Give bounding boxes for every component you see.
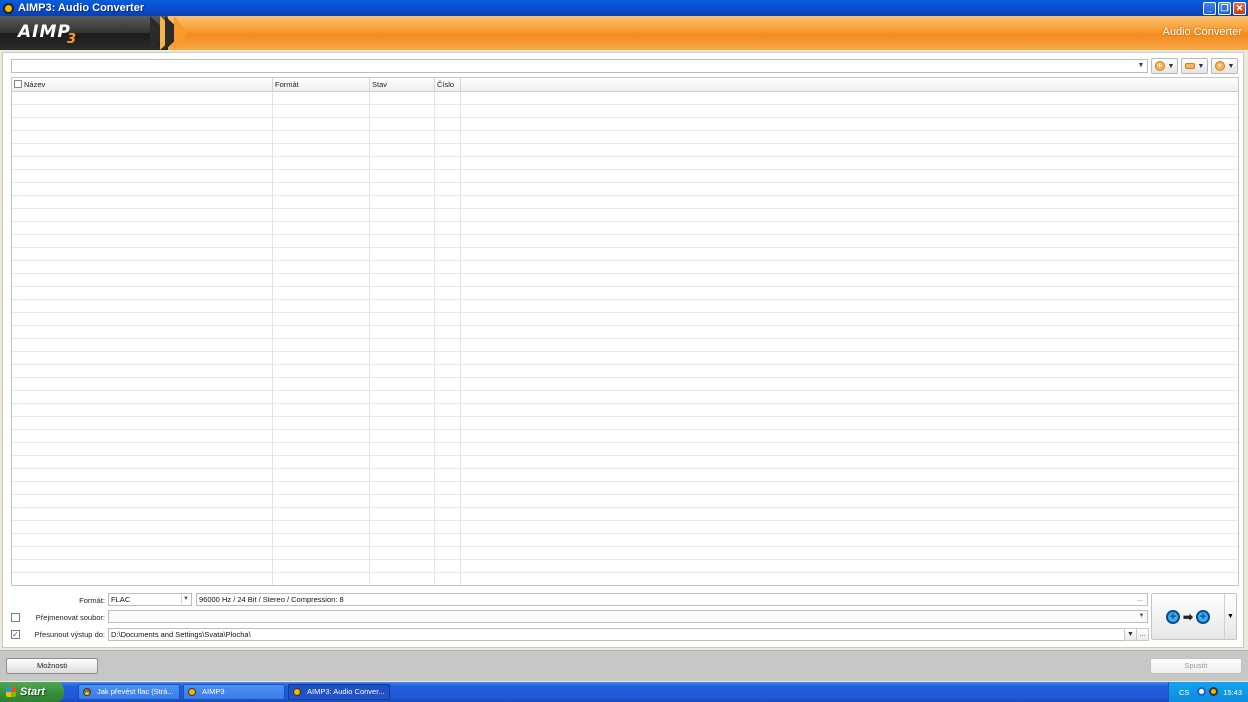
table-header: Název Formát Stav Číslo <box>12 78 1238 92</box>
network-icon[interactable] <box>1197 687 1206 696</box>
windows-logo-icon <box>6 687 16 697</box>
aimp-icon <box>293 688 301 696</box>
aimp-tray-icon[interactable] <box>1209 687 1218 696</box>
close-button[interactable]: ✕ <box>1233 1 1246 15</box>
convert-button[interactable]: + ➡ + ▼ <box>1151 593 1237 640</box>
window-title: AIMP3: Audio Converter <box>18 2 145 14</box>
arrow-right-icon: ➡ <box>1182 609 1194 624</box>
format-details: 96000 Hz / 24 Bit / Stereo / Compression… <box>199 595 344 604</box>
options-button[interactable]: Možnosti <box>6 658 98 674</box>
taskbar-item-audio-converter[interactable]: AIMP3: Audio Conver... <box>288 684 390 700</box>
gear-icon: • <box>1214 61 1225 71</box>
aimp-icon <box>188 688 196 696</box>
select-all-checkbox[interactable] <box>14 80 22 88</box>
format-label: Formát: <box>79 596 105 605</box>
source-audio-icon: + <box>1165 609 1180 624</box>
column-header-name[interactable]: Název <box>12 78 273 92</box>
output-folder-path: D:\Documents and Settings\Svata\Plocha\ <box>111 630 251 639</box>
system-tray: CS 15:43 <box>1168 682 1248 702</box>
aimp-logo-version: 3 <box>67 32 77 47</box>
misc-menu-button[interactable]: • ▼ <box>1211 58 1238 74</box>
chevron-down-icon: ▼ <box>181 595 190 604</box>
language-indicator[interactable]: CS <box>1179 688 1189 697</box>
footer-bar: Možnosti Spustit <box>0 650 1248 681</box>
format-settings-button[interactable]: ... <box>1134 594 1146 605</box>
move-output-label: Přesunout výstup do: <box>34 630 105 639</box>
maximize-button[interactable]: ❐ <box>1218 1 1231 15</box>
format-value: FLAC <box>111 595 131 604</box>
chevron-down-icon: ▼ <box>1138 613 1145 619</box>
add-icon: + <box>1154 61 1165 71</box>
start-button[interactable]: Start <box>0 682 64 702</box>
taskbar-item-aimp3[interactable]: AIMP3 <box>183 684 285 700</box>
output-folder-field[interactable]: D:\Documents and Settings\Svata\Plocha\ <box>108 628 1125 641</box>
chevron-down-icon: ▼ <box>1137 62 1145 69</box>
column-header-number[interactable]: Číslo <box>435 78 461 92</box>
file-list-rows <box>12 92 1238 585</box>
converter-panel: ▼ + ▼ ▼ • ▼ Název Formát Stav Číslo Formát… <box>2 52 1244 648</box>
rename-template-field[interactable]: ▼ <box>108 610 1148 623</box>
column-header-status[interactable]: Stav <box>370 78 435 92</box>
start-conversion-button[interactable]: Spustit <box>1150 658 1242 674</box>
add-files-button[interactable]: + ▼ <box>1151 58 1178 74</box>
target-audio-icon: + <box>1196 609 1211 624</box>
windows-taskbar: Start Jak převést flac (Strá... AIMP3 AI… <box>0 682 1248 702</box>
remove-files-button[interactable]: ▼ <box>1181 58 1208 74</box>
column-header-format[interactable]: Formát <box>273 78 370 92</box>
window-titlebar[interactable]: AIMP3: Audio Converter _ ❐ ✕ <box>0 0 1248 16</box>
header-banner: AIMP 3 Audio Converter <box>0 16 1248 50</box>
file-list-table[interactable]: Název Formát Stav Číslo <box>11 77 1239 586</box>
aimp-app-icon <box>3 2 14 14</box>
format-details-field[interactable]: 96000 Hz / 24 Bit / Stereo / Compression… <box>196 593 1148 606</box>
rename-label: Přejmenovat soubor: <box>35 613 105 622</box>
taskbar-item-browser[interactable]: Jak převést flac (Strá... <box>78 684 180 700</box>
remove-icon <box>1184 63 1195 69</box>
preset-combo[interactable]: ▼ <box>11 59 1148 73</box>
page-heading: Audio Converter <box>1162 26 1243 38</box>
aimp-logo: AIMP <box>18 22 71 42</box>
chrome-icon <box>83 688 91 696</box>
convert-options-dropdown[interactable]: ▼ <box>1224 594 1236 639</box>
clock: 15:43 <box>1223 688 1242 697</box>
minimize-button[interactable]: _ <box>1203 1 1216 15</box>
browse-folder-button[interactable]: ... <box>1136 628 1149 641</box>
format-select[interactable]: FLAC ▼ <box>108 593 192 606</box>
